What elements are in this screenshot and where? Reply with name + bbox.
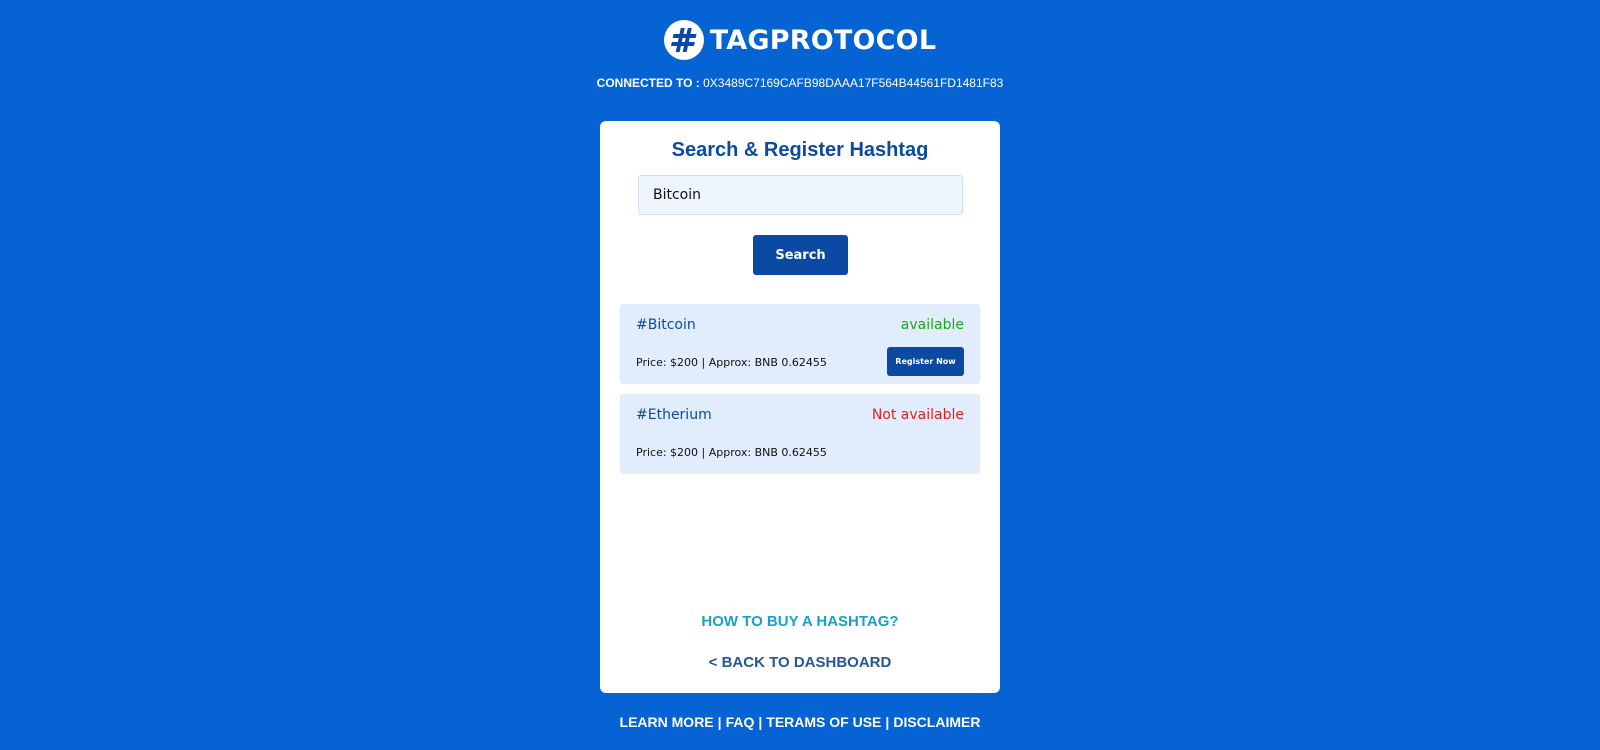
hashtag-icon bbox=[663, 20, 704, 60]
page-title: Search & Register Hashtag bbox=[671, 139, 929, 161]
footer-learn-more-link[interactable]: LEARN MORE bbox=[620, 714, 714, 730]
result-item: #Bitcoin available Price: $200 | Approx:… bbox=[620, 304, 980, 384]
status-not-available: Not available bbox=[871, 407, 964, 423]
status-available: available bbox=[900, 317, 964, 333]
footer-links: LEARN MORE | FAQ | TERAMS OF USE | DISCLAIMER bbox=[0, 714, 1600, 730]
register-now-button[interactable]: Register Now bbox=[887, 347, 964, 376]
result-price: Price: $200 | Approx: BNB 0.62455 bbox=[636, 446, 827, 459]
back-to-dashboard-link[interactable]: < BACK TO DASHBOARD bbox=[600, 654, 1000, 671]
search-card: Search & Register Hashtag Search #Bitcoi… bbox=[600, 121, 1000, 693]
search-button[interactable]: Search bbox=[753, 235, 848, 275]
connected-label: CONNECTED TO : bbox=[596, 76, 700, 90]
wallet-address: 0X3489C7169CAFB98DAAA17F564B44561FD1481F… bbox=[703, 76, 1004, 90]
footer-separator: | bbox=[885, 714, 890, 730]
brand-name: TAGPROTOCOL bbox=[709, 24, 937, 56]
footer-separator: | bbox=[717, 714, 722, 730]
how-to-buy-link[interactable]: HOW TO BUY A HASHTAG? bbox=[600, 613, 1000, 630]
connected-status: CONNECTED TO : 0X3489C7169CAFB98DAAA17F5… bbox=[0, 76, 1600, 90]
footer-faq-link[interactable]: FAQ bbox=[726, 714, 755, 730]
footer-terms-link[interactable]: TERAMS OF USE bbox=[766, 714, 881, 730]
result-tag: #Etherium bbox=[636, 407, 712, 423]
result-price: Price: $200 | Approx: BNB 0.62455 bbox=[636, 356, 827, 369]
footer-separator: | bbox=[758, 714, 763, 730]
hashtag-search-input[interactable] bbox=[638, 175, 963, 215]
result-item: #Etherium Not available Price: $200 | Ap… bbox=[620, 394, 980, 474]
footer-disclaimer-link[interactable]: DISCLAIMER bbox=[893, 714, 980, 730]
result-tag: #Bitcoin bbox=[636, 317, 696, 333]
brand-header: TAGPROTOCOL bbox=[0, 20, 1600, 60]
